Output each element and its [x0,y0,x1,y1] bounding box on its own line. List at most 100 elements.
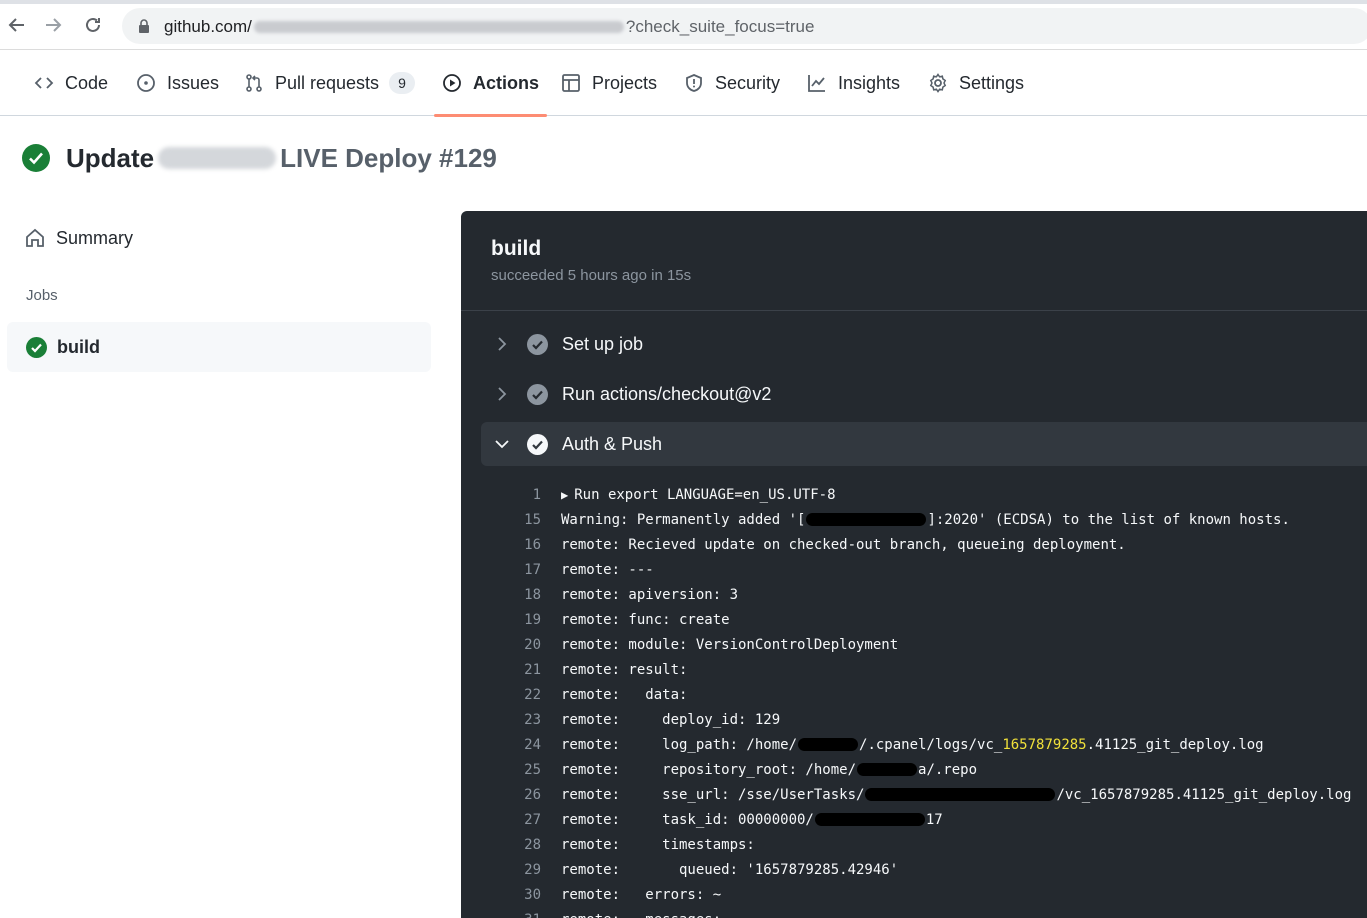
log-line: 24 remote: log_path: /home/ /.cpanel/logs/… [461,732,1367,757]
forward-button[interactable] [40,12,66,38]
log-job-status: succeeded 5 hours ago in 15s [491,267,692,284]
reload-icon [86,17,100,32]
log-line-text: remote: log_path: /home/ /.cpanel/logs/vc… [541,737,1264,753]
log-line-number[interactable]: 27 [461,812,541,828]
tab-insights[interactable]: Insights [799,50,908,116]
address-text: github.com/ ?check_suite_focus=true [164,17,814,37]
home-icon [26,228,44,247]
lock-icon [139,19,149,33]
back-button[interactable] [4,12,30,38]
triangle-right-icon[interactable]: ▶ [561,488,568,502]
log-line-text: remote: module: VersionControlDeployment [541,637,898,653]
graph-icon [808,75,825,92]
tab-actions[interactable]: Actions [434,50,548,117]
arrow-right-icon [46,18,62,32]
log-line-text: remote: func: create [541,612,730,628]
log-line-text: remote: task_id: 00000000/17 [541,812,943,828]
tab-label: Issues [167,72,220,93]
log-line-text: remote: sse_url: /sse/UserTasks/ /vc_1657… [541,787,1351,803]
log-line-text: remote: queued: '1657879285.42946' [541,862,898,878]
log-text-segment: remote: task_id: 00000000/ [561,811,814,828]
log-line-number[interactable]: 18 [461,587,541,603]
tab-code[interactable]: Code [26,50,116,116]
log-line-number[interactable]: 20 [461,637,541,653]
job-log-panel: build succeeded 5 hours ago in 15s Set u… [461,211,1367,918]
step-set-up-job[interactable]: Set up job [481,322,1367,366]
log-text-segment: Warning: Permanently added '[ [561,511,806,528]
log-line-number[interactable]: 28 [461,837,541,853]
log-line-number[interactable]: 17 [461,562,541,578]
log-line-number[interactable]: 26 [461,787,541,803]
tab-pull-requests[interactable]: Pull requests 9 [236,50,423,116]
log-line: 23 remote: deploy_id: 129 [461,707,1367,732]
pull-request-count: 9 [389,72,416,94]
step-label: Set up job [562,333,644,354]
log-line-number[interactable]: 23 [461,712,541,728]
log-line-number[interactable]: 31 [461,912,541,918]
log-line-number[interactable]: 24 [461,737,541,753]
jobs-heading: Jobs [26,287,58,304]
title-run-text: LIVE Deploy #129 [280,142,497,173]
log-text-segment: remote: sse_url: /sse/UserTasks/ [561,786,865,803]
log-line-number[interactable]: 1 [461,487,541,503]
tab-label: Projects [592,72,658,93]
tab-settings[interactable]: Settings [920,50,1032,116]
table-icon [562,74,580,92]
log-line-number[interactable]: 22 [461,687,541,703]
summary-link[interactable]: Summary [24,222,133,254]
tab-label: Pull requests [275,72,380,93]
log-line: 15 Warning: Permanently added '[]:2020' (… [461,507,1367,532]
tab-issues[interactable]: Issues [128,50,227,116]
check-circle-icon [26,336,47,358]
log-line-number[interactable]: 29 [461,862,541,878]
log-job-name: build [491,237,542,260]
address-bar[interactable]: github.com/ ?check_suite_focus=true [122,8,1367,44]
log-line: 30 remote: errors: ~ [461,882,1367,907]
log-line-number[interactable]: 15 [461,512,541,528]
log-text-segment: remote: data: [561,686,688,703]
check-circle-icon [22,144,50,172]
check-circle-icon [527,333,548,355]
code-icon [34,77,54,89]
redaction-mark [865,788,1056,801]
log-text-segment: remote: timestamps: [561,836,755,853]
log-line: 31 remote: messages: ~ [461,907,1367,918]
log-line-text: ▶ Run export LANGUAGE=en_US.UTF-8 [541,487,836,503]
log-line: 21 remote: result: [461,657,1367,682]
tab-projects[interactable]: Projects [553,50,665,116]
log-line: 29 remote: queued: '1657879285.42946' [461,857,1367,882]
redaction-mark [857,763,918,776]
log-text-segment: Run export LANGUAGE=en_US.UTF-8 [574,486,836,503]
log-line-text: remote: errors: ~ [541,887,721,903]
step-run-checkout[interactable]: Run actions/checkout@v2 [481,372,1367,416]
log-text-segment: remote: errors: ~ [561,886,722,903]
sidebar-job-build[interactable]: build [7,322,431,372]
log-line-text: remote: result: [541,662,687,678]
log-line-text: remote: Recieved update on checked-out b… [541,537,1126,553]
shield-icon [686,74,702,92]
log-text-segment: a/.repo [918,761,978,778]
tab-security[interactable]: Security [676,50,788,116]
reload-button[interactable] [80,12,106,38]
job-label: build [57,336,100,357]
title-redaction [158,147,277,169]
tab-label: Code [65,72,109,93]
log-line-text: Warning: Permanently added '[]:2020' (EC… [541,512,1290,528]
step-label: Run actions/checkout@v2 [562,383,772,404]
log-line: 26 remote: sse_url: /sse/UserTasks/ /vc_16… [461,782,1367,807]
browser-toolbar: github.com/ ?check_suite_focus=true [0,0,1367,50]
log-text-segment: remote: --- [561,561,654,578]
gear-icon [929,73,947,93]
log-line-number[interactable]: 30 [461,887,541,903]
chevron-down-icon [495,440,509,449]
log-header: build succeeded 5 hours ago in 15s [461,211,1367,311]
check-circle-icon [527,433,548,455]
log-line-number[interactable]: 25 [461,762,541,778]
redaction-mark [798,738,859,751]
step-auth-push[interactable]: Auth & Push [481,422,1367,466]
log-line-number[interactable]: 21 [461,662,541,678]
url-prefix: github.com/ [164,17,252,36]
log-line-number[interactable]: 19 [461,612,541,628]
log-lines: 1 ▶ Run export LANGUAGE=en_US.UTF-8 15 Warni… [461,482,1367,918]
log-line-number[interactable]: 16 [461,537,541,553]
